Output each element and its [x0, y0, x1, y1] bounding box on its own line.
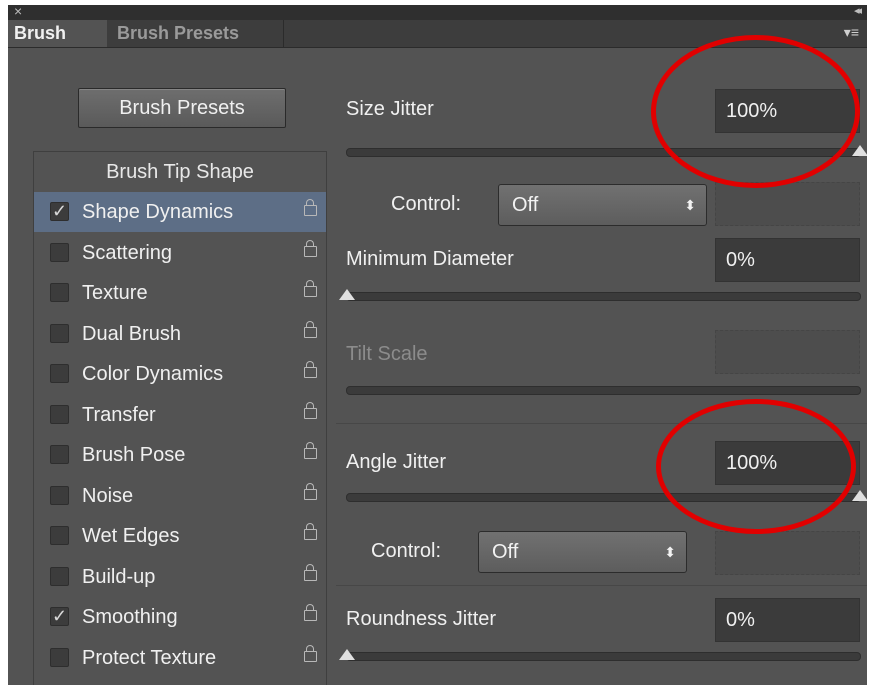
- size-jitter-label: Size Jitter: [346, 98, 434, 120]
- tip-row[interactable]: Texture: [34, 273, 326, 313]
- select-arrows-icon: ⬍: [664, 544, 676, 560]
- tip-row[interactable]: Color Dynamics: [34, 354, 326, 394]
- checkbox[interactable]: [50, 364, 69, 383]
- annotation-circle: [656, 399, 856, 534]
- collapse-icon[interactable]: ◂◂: [854, 5, 862, 17]
- lock-icon[interactable]: [304, 199, 317, 216]
- checkbox[interactable]: [50, 242, 69, 262]
- tip-row-label: Color Dynamics: [82, 363, 224, 385]
- lock-icon[interactable]: [304, 361, 317, 378]
- roundness-jitter-label: Roundness Jitter: [346, 608, 497, 630]
- control-select-2[interactable]: Off ⬍: [478, 531, 687, 573]
- lock-icon[interactable]: [304, 563, 317, 581]
- lock-icon[interactable]: [304, 401, 317, 419]
- lock-icon[interactable]: [304, 523, 317, 540]
- roundness-jitter-field[interactable]: 0%: [715, 598, 860, 642]
- slider-thumb[interactable]: [339, 649, 355, 660]
- slider-thumb[interactable]: [852, 145, 867, 156]
- checkbox[interactable]: ✓: [50, 607, 69, 626]
- brush-presets-button[interactable]: Brush Presets: [78, 88, 286, 128]
- tip-row[interactable]: Dual Brush: [34, 314, 326, 354]
- tip-row-label: Brush Pose: [82, 444, 186, 466]
- brush-panel: × ◂◂ Brush Brush Presets ▾≡ Brush Preset…: [8, 5, 867, 685]
- roundness-jitter-slider[interactable]: [339, 649, 861, 661]
- checkbox[interactable]: [50, 526, 69, 545]
- control-select-value: Off: [512, 194, 539, 216]
- tip-row[interactable]: ✓ Smoothing: [34, 597, 326, 637]
- minimum-diameter-label: Minimum Diameter: [346, 248, 514, 270]
- close-icon[interactable]: ×: [14, 5, 22, 19]
- tilt-scale-slider: [346, 386, 861, 395]
- tip-row[interactable]: Build-up: [34, 557, 326, 597]
- tip-row-label: Texture: [82, 282, 148, 304]
- minimum-diameter-slider[interactable]: [339, 289, 861, 301]
- tip-row-label: Wet Edges: [82, 525, 180, 547]
- tip-row-label: Dual Brush: [82, 322, 181, 345]
- checkbox[interactable]: ✓: [50, 202, 69, 221]
- lock-icon[interactable]: [304, 482, 317, 500]
- checkbox[interactable]: [50, 283, 69, 302]
- tip-row-label: Transfer: [82, 403, 156, 426]
- control-select-2-value: Off: [492, 541, 519, 563]
- tilt-scale-label: Tilt Scale: [346, 343, 428, 365]
- lock-icon[interactable]: [304, 604, 317, 621]
- tip-row[interactable]: Scattering: [34, 233, 326, 273]
- tip-row-label: Noise: [82, 484, 134, 507]
- tip-row[interactable]: Transfer: [34, 395, 326, 435]
- tip-row-label: Scattering: [82, 241, 173, 264]
- tip-row[interactable]: Protect Texture: [34, 638, 326, 678]
- minimum-diameter-field[interactable]: 0%: [715, 238, 860, 282]
- checkbox[interactable]: [50, 647, 69, 667]
- control-label: Control:: [391, 193, 462, 215]
- slider-thumb[interactable]: [852, 490, 867, 501]
- tip-row[interactable]: ✓ Shape Dynamics: [34, 192, 326, 232]
- tip-row-label: Build-up: [82, 565, 156, 588]
- control-extra-field: [715, 182, 860, 226]
- checkbox[interactable]: [50, 445, 69, 464]
- tab-brush[interactable]: Brush: [8, 20, 107, 47]
- tab-brush-presets[interactable]: Brush Presets: [107, 20, 284, 47]
- brush-tip-list: Brush Tip Shape ✓ Shape Dynamics Scatterin…: [33, 151, 327, 685]
- tilt-scale-field: [715, 330, 860, 374]
- control-extra-field-2: [715, 531, 860, 575]
- lock-icon[interactable]: [304, 280, 317, 297]
- panel-menu-icon[interactable]: ▾≡: [844, 24, 859, 41]
- tip-row[interactable]: Wet Edges: [34, 516, 326, 556]
- checkbox[interactable]: [50, 485, 69, 505]
- checkbox[interactable]: [50, 323, 69, 343]
- lock-icon[interactable]: [304, 644, 317, 662]
- lock-icon[interactable]: [304, 239, 317, 257]
- annotation-circle: [651, 35, 860, 188]
- tip-row[interactable]: Noise: [34, 476, 326, 516]
- separator: [336, 585, 867, 586]
- panel-titlebar: × ◂◂: [8, 5, 867, 20]
- tip-row-label: Shape Dynamics: [82, 201, 234, 223]
- control-select[interactable]: Off ⬍: [498, 184, 707, 226]
- lock-icon[interactable]: [304, 320, 317, 338]
- tip-row-label: Protect Texture: [82, 646, 217, 669]
- checkbox[interactable]: [50, 566, 69, 586]
- control-label-2: Control:: [371, 540, 442, 562]
- tip-row-label: Smoothing: [82, 606, 178, 628]
- slider-thumb[interactable]: [339, 289, 355, 300]
- angle-jitter-label: Angle Jitter: [346, 451, 447, 473]
- brush-tip-shape-item[interactable]: Brush Tip Shape: [34, 152, 326, 192]
- lock-icon[interactable]: [304, 442, 317, 459]
- checkbox[interactable]: [50, 404, 69, 424]
- select-arrows-icon: ⬍: [684, 197, 696, 213]
- tip-row[interactable]: Brush Pose: [34, 435, 326, 475]
